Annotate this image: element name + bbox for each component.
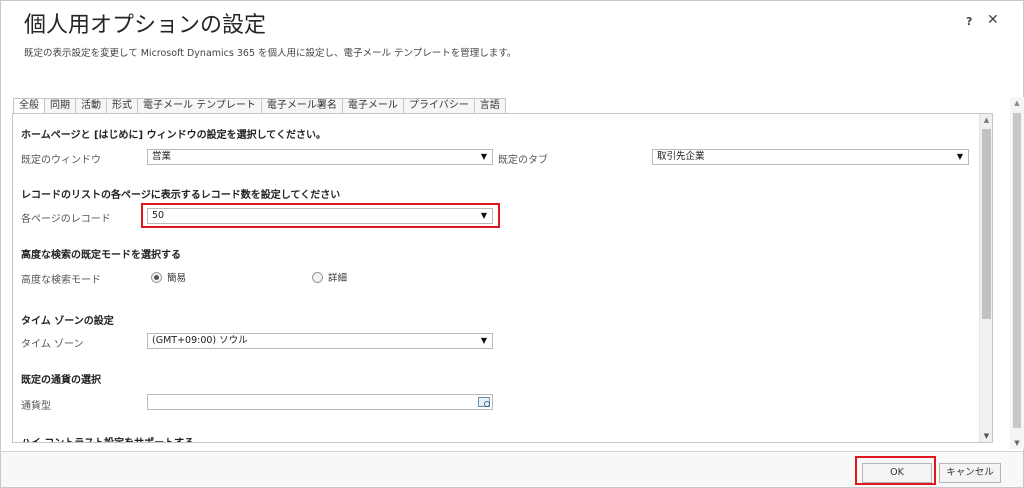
scroll-up-icon[interactable]: ▲ xyxy=(1010,99,1024,107)
ok-highlight-box xyxy=(855,456,936,485)
timezone-label: タイム ゾーン xyxy=(21,339,84,350)
chevron-down-icon: ▼ xyxy=(956,152,963,161)
default-window-value: 営業 xyxy=(152,151,172,162)
close-icon[interactable]: ✕ xyxy=(987,12,999,28)
default-tab-label: 既定のタブ xyxy=(498,155,548,166)
records-per-page-label: 各ページのレコード xyxy=(21,214,111,225)
records-highlight-box xyxy=(141,203,500,228)
advanced-find-mode-label: 高度な検索モード xyxy=(21,275,101,286)
dialog-scrollbar[interactable]: ▲ ▼ xyxy=(1010,97,1024,449)
scroll-down-icon[interactable]: ▼ xyxy=(1010,439,1024,447)
section-title-timezone: タイム ゾーンの設定 xyxy=(21,316,114,327)
dialog-subtitle: 既定の表示設定を変更して Microsoft Dynamics 365 を個人用… xyxy=(24,48,517,59)
scroll-up-icon[interactable]: ▲ xyxy=(980,116,992,124)
help-icon[interactable]: ? xyxy=(966,15,972,28)
default-tab-select[interactable]: 取引先企業 ▼ xyxy=(652,149,969,165)
dialog-title: 個人用オプションの設定 xyxy=(24,13,267,38)
section-title-records: レコードのリストの各ページに表示するレコード数を設定してください xyxy=(21,190,341,201)
timezone-select[interactable]: (GMT+09:00) ソウル ▼ xyxy=(147,333,493,349)
currency-input[interactable] xyxy=(147,394,493,410)
chevron-down-icon: ▼ xyxy=(480,336,487,345)
radio-simple-label: 簡易 xyxy=(167,273,187,284)
timezone-value: (GMT+09:00) ソウル xyxy=(152,335,248,346)
chevron-down-icon: ▼ xyxy=(480,152,487,161)
tab-email-signatures[interactable]: 電子メール署名 xyxy=(260,98,342,114)
cancel-button[interactable]: キャンセル xyxy=(939,463,1001,483)
lookup-icon[interactable] xyxy=(478,397,490,407)
default-window-select[interactable]: 営業 ▼ xyxy=(147,149,493,165)
tab-activities[interactable]: 活動 xyxy=(75,98,106,114)
tab-email-templates[interactable]: 電子メール テンプレート xyxy=(137,98,261,114)
panel-scroll-thumb[interactable] xyxy=(982,129,991,319)
radio-simple[interactable] xyxy=(151,271,162,283)
advanced-find-detailed-option[interactable]: 詳細 xyxy=(312,270,347,284)
scroll-down-icon[interactable]: ▼ xyxy=(980,432,992,440)
personal-options-dialog: 個人用オプションの設定 既定の表示設定を変更して Microsoft Dynam… xyxy=(0,0,1024,488)
tab-privacy[interactable]: プライバシー xyxy=(402,98,474,114)
section-title-homepage: ホームページと [はじめに] ウィンドウの設定を選択してください。 xyxy=(21,130,327,141)
general-tab-panel: ホームページと [はじめに] ウィンドウの設定を選択してください。 既定のウィン… xyxy=(12,113,993,443)
tab-languages[interactable]: 言語 xyxy=(473,98,506,114)
radio-detailed-label: 詳細 xyxy=(328,273,348,284)
tab-email[interactable]: 電子メール xyxy=(341,98,403,114)
options-tabs: 全般 同期 活動 形式 電子メール テンプレート 電子メール署名 電子メール プ… xyxy=(13,98,506,114)
default-window-label: 既定のウィンドウ xyxy=(21,155,101,166)
tab-formats[interactable]: 形式 xyxy=(106,98,137,114)
tab-general[interactable]: 全般 xyxy=(13,98,44,114)
default-tab-value: 取引先企業 xyxy=(657,151,705,162)
section-title-high-contrast: ハイ コントラスト設定をサポートする xyxy=(21,434,194,442)
section-title-currency: 既定の通貨の選択 xyxy=(21,375,101,386)
radio-detailed[interactable] xyxy=(312,271,323,283)
currency-label: 通貨型 xyxy=(21,401,51,412)
tab-synchronization[interactable]: 同期 xyxy=(44,98,75,114)
panel-scrollbar[interactable]: ▲ ▼ xyxy=(979,114,992,442)
section-title-advanced-find: 高度な検索の既定モードを選択する xyxy=(21,250,181,261)
dialog-scroll-thumb[interactable] xyxy=(1013,113,1021,428)
advanced-find-simple-option[interactable]: 簡易 xyxy=(151,270,186,284)
